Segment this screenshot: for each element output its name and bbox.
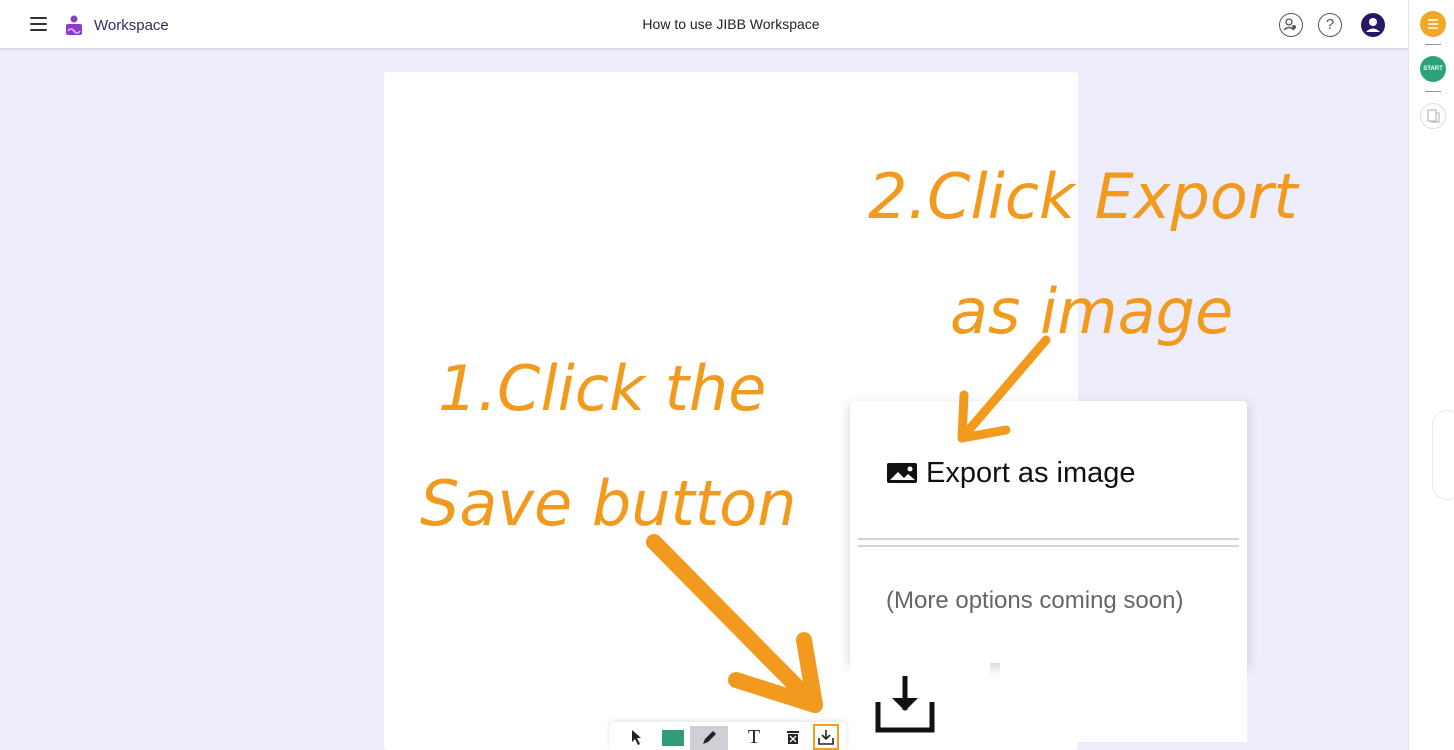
arrow-to-export [957,335,1051,443]
annotation-arrows [646,335,1051,713]
arrow-to-save [646,534,823,713]
